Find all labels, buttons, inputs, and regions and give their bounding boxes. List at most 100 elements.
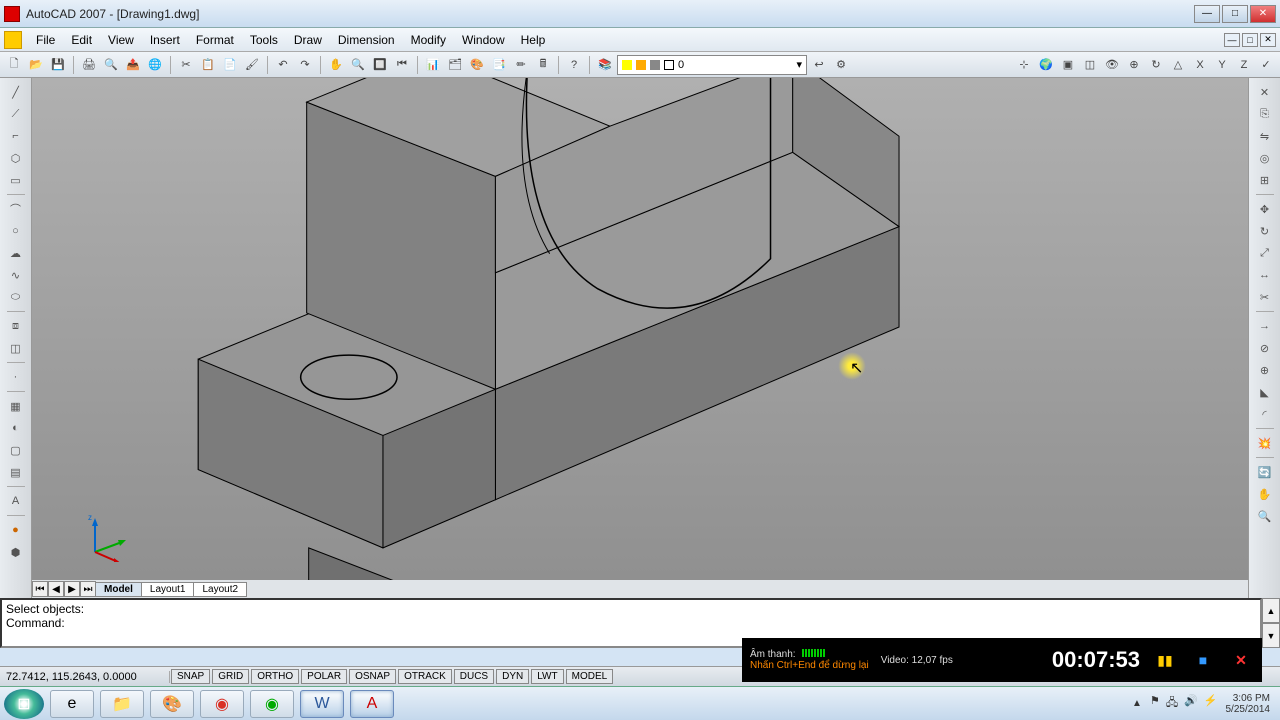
fillet-icon[interactable]: ◜ bbox=[1254, 404, 1276, 424]
layer-previous-icon[interactable]: ↩ bbox=[809, 55, 829, 75]
ucs-3point-icon[interactable]: △ bbox=[1168, 55, 1188, 75]
drawing-area[interactable]: z ↖ ⏮ ◀ ▶ ⏭ Model Layout1 Layout2 bbox=[32, 78, 1248, 598]
tab-last-icon[interactable]: ⏭ bbox=[80, 581, 96, 597]
gradient-icon[interactable]: ◐ bbox=[5, 418, 27, 438]
surfaces-icon[interactable]: ● bbox=[5, 520, 27, 540]
task-word-icon[interactable]: W bbox=[300, 690, 344, 718]
ucs-x-icon[interactable]: X bbox=[1190, 55, 1210, 75]
tray-battery-icon[interactable]: ⚡ bbox=[1204, 694, 1218, 713]
ucs-view-icon[interactable]: 👁 bbox=[1102, 55, 1122, 75]
minimize-button[interactable]: — bbox=[1194, 5, 1220, 23]
status-osnap[interactable]: OSNAP bbox=[349, 669, 396, 684]
copy-icon[interactable]: 📋 bbox=[198, 55, 218, 75]
layer-combo[interactable]: 0 ▾ bbox=[617, 55, 807, 75]
3dorbit-icon[interactable]: 🔄 bbox=[1254, 462, 1276, 482]
menu-modify[interactable]: Modify bbox=[403, 31, 454, 49]
status-dyn[interactable]: DYN bbox=[496, 669, 529, 684]
table-icon[interactable]: ▤ bbox=[5, 462, 27, 482]
ucs-face-icon[interactable]: ◫ bbox=[1080, 55, 1100, 75]
chamfer-icon[interactable]: ◣ bbox=[1254, 382, 1276, 402]
taskbar-clock[interactable]: 3:06 PM 5/25/2014 bbox=[1226, 693, 1271, 715]
zoom-previous-icon[interactable]: ⏮ bbox=[392, 55, 412, 75]
make-block-icon[interactable]: ◫ bbox=[5, 338, 27, 358]
ellipse-icon[interactable]: ⬭ bbox=[5, 287, 27, 307]
layer-manager-icon[interactable]: 📚 bbox=[595, 55, 615, 75]
menu-insert[interactable]: Insert bbox=[142, 31, 188, 49]
status-otrack[interactable]: OTRACK bbox=[398, 669, 452, 684]
construction-line-icon[interactable]: ⟋ bbox=[5, 104, 27, 124]
spline-icon[interactable]: ∿ bbox=[5, 265, 27, 285]
ucs-origin-icon[interactable]: ⊕ bbox=[1124, 55, 1144, 75]
ucs-z-icon[interactable]: ↻ bbox=[1146, 55, 1166, 75]
menu-help[interactable]: Help bbox=[513, 31, 554, 49]
layer-states-icon[interactable]: ⚙ bbox=[831, 55, 851, 75]
insert-block-icon[interactable]: ⧈ bbox=[5, 316, 27, 336]
offset-icon[interactable]: ◎ bbox=[1254, 148, 1276, 168]
revision-cloud-icon[interactable]: ☁ bbox=[5, 243, 27, 263]
sheet-set-icon[interactable]: 📑 bbox=[489, 55, 509, 75]
ucs-icon[interactable]: ⊹ bbox=[1014, 55, 1034, 75]
polygon-icon[interactable]: ⬡ bbox=[5, 148, 27, 168]
task-unknown-icon[interactable]: ◉ bbox=[250, 690, 294, 718]
recorder-close-button[interactable]: ✕ bbox=[1228, 647, 1254, 673]
task-paint-icon[interactable]: 🎨 bbox=[150, 690, 194, 718]
coordinates-display[interactable]: 72.7412, 115.2643, 0.0000 bbox=[0, 671, 170, 683]
publish-icon[interactable]: 📤 bbox=[123, 55, 143, 75]
task-explorer-icon[interactable]: 📁 bbox=[100, 690, 144, 718]
array-icon[interactable]: ⊞ bbox=[1254, 170, 1276, 190]
mdi-minimize-button[interactable]: — bbox=[1224, 33, 1240, 47]
maximize-button[interactable]: □ bbox=[1222, 5, 1248, 23]
mdi-restore-button[interactable]: □ bbox=[1242, 33, 1258, 47]
task-ie-icon[interactable]: e bbox=[50, 690, 94, 718]
open-icon[interactable]: 📂 bbox=[26, 55, 46, 75]
tab-layout1[interactable]: Layout1 bbox=[141, 582, 195, 597]
viewport[interactable]: z ↖ bbox=[32, 78, 1248, 580]
tray-volume-icon[interactable]: 🔊 bbox=[1184, 694, 1198, 713]
menu-draw[interactable]: Draw bbox=[286, 31, 330, 49]
ucs-world-icon[interactable]: 🌍 bbox=[1036, 55, 1056, 75]
erase-icon[interactable]: ✕ bbox=[1254, 82, 1276, 102]
status-ortho[interactable]: ORTHO bbox=[251, 669, 299, 684]
pan-icon[interactable]: ✋ bbox=[326, 55, 346, 75]
move-icon[interactable]: ✥ bbox=[1254, 199, 1276, 219]
tab-model[interactable]: Model bbox=[95, 582, 142, 597]
quickcalc-icon[interactable]: 🖩 bbox=[533, 55, 553, 75]
tab-next-icon[interactable]: ▶ bbox=[64, 581, 80, 597]
solids-icon[interactable]: ⬢ bbox=[5, 542, 27, 562]
command-scrollbar[interactable]: ▲ ▼ bbox=[1262, 598, 1280, 648]
tab-layout2[interactable]: Layout2 bbox=[193, 582, 247, 597]
tab-prev-icon[interactable]: ◀ bbox=[48, 581, 64, 597]
tray-chevron-icon[interactable]: ▲ bbox=[1132, 698, 1142, 709]
tray-network-icon[interactable]: 🖧 bbox=[1166, 694, 1178, 713]
join-icon[interactable]: ⊕ bbox=[1254, 360, 1276, 380]
close-button[interactable]: ✕ bbox=[1250, 5, 1276, 23]
trim-icon[interactable]: ✂ bbox=[1254, 287, 1276, 307]
plot-icon[interactable]: 🖨 bbox=[79, 55, 99, 75]
cut-icon[interactable]: ✂ bbox=[176, 55, 196, 75]
status-ducs[interactable]: DUCS bbox=[454, 669, 494, 684]
3ddwf-icon[interactable]: 🌐 bbox=[145, 55, 165, 75]
status-lwt[interactable]: LWT bbox=[531, 669, 563, 684]
break-icon[interactable]: ⊘ bbox=[1254, 338, 1276, 358]
mdi-close-button[interactable]: ✕ bbox=[1260, 33, 1276, 47]
menu-format[interactable]: Format bbox=[188, 31, 242, 49]
ucs-object-icon[interactable]: ▣ bbox=[1058, 55, 1078, 75]
zoom-realtime-icon[interactable]: 🔍 bbox=[348, 55, 368, 75]
arc-icon[interactable]: ⌒ bbox=[5, 199, 27, 219]
copy-obj-icon[interactable]: ⎘ bbox=[1254, 104, 1276, 124]
3dpan-icon[interactable]: ✋ bbox=[1254, 484, 1276, 504]
menu-file[interactable]: File bbox=[28, 31, 63, 49]
mirror-icon[interactable]: ⇋ bbox=[1254, 126, 1276, 146]
mtext-icon[interactable]: A bbox=[5, 491, 27, 511]
undo-icon[interactable]: ↶ bbox=[273, 55, 293, 75]
region-icon[interactable]: ▢ bbox=[5, 440, 27, 460]
hatch-icon[interactable]: ▦ bbox=[5, 396, 27, 416]
circle-icon[interactable]: ○ bbox=[5, 221, 27, 241]
tool-palettes-icon[interactable]: 🎨 bbox=[467, 55, 487, 75]
rectangle-icon[interactable]: ▭ bbox=[5, 170, 27, 190]
zoom-window-icon[interactable]: 🔲 bbox=[370, 55, 390, 75]
recorder-stop-button[interactable]: ■ bbox=[1190, 647, 1216, 673]
explode-icon[interactable]: 💥 bbox=[1254, 433, 1276, 453]
help-icon[interactable]: ? bbox=[564, 55, 584, 75]
3dzoom-icon[interactable]: 🔍 bbox=[1254, 506, 1276, 526]
